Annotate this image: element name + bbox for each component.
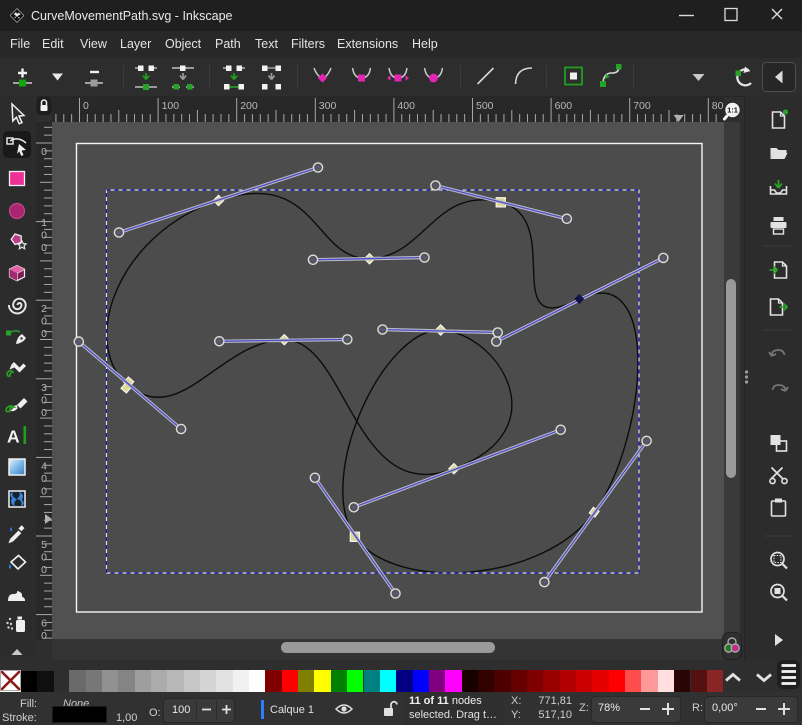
svg-text:1: 1 <box>41 217 47 229</box>
svg-text:400: 400 <box>397 100 415 112</box>
svg-text:5: 5 <box>41 539 47 551</box>
svg-text:6: 6 <box>41 618 47 630</box>
svg-text:0: 0 <box>41 485 47 497</box>
svg-text:0: 0 <box>41 473 47 485</box>
svg-text:600: 600 <box>555 100 573 112</box>
svg-text:100: 100 <box>162 100 180 112</box>
svg-text:3: 3 <box>41 382 47 394</box>
svg-text:700: 700 <box>633 100 651 112</box>
svg-text:0: 0 <box>41 394 47 406</box>
svg-text:0: 0 <box>41 230 47 242</box>
svg-text:4: 4 <box>41 460 47 472</box>
svg-text:0: 0 <box>41 146 47 158</box>
svg-text:0: 0 <box>41 328 47 340</box>
svg-text:0: 0 <box>41 552 47 564</box>
svg-text:0: 0 <box>41 316 47 328</box>
svg-text:1:1: 1:1 <box>727 106 738 115</box>
svg-text:2: 2 <box>41 303 47 315</box>
svg-text:0: 0 <box>41 242 47 254</box>
svg-text:A: A <box>7 427 20 447</box>
svg-text:300: 300 <box>319 100 337 112</box>
svg-text:200: 200 <box>240 100 258 112</box>
svg-text:0: 0 <box>41 407 47 419</box>
svg-text:0: 0 <box>83 100 89 112</box>
svg-text:500: 500 <box>476 100 494 112</box>
svg-text:0: 0 <box>41 564 47 576</box>
